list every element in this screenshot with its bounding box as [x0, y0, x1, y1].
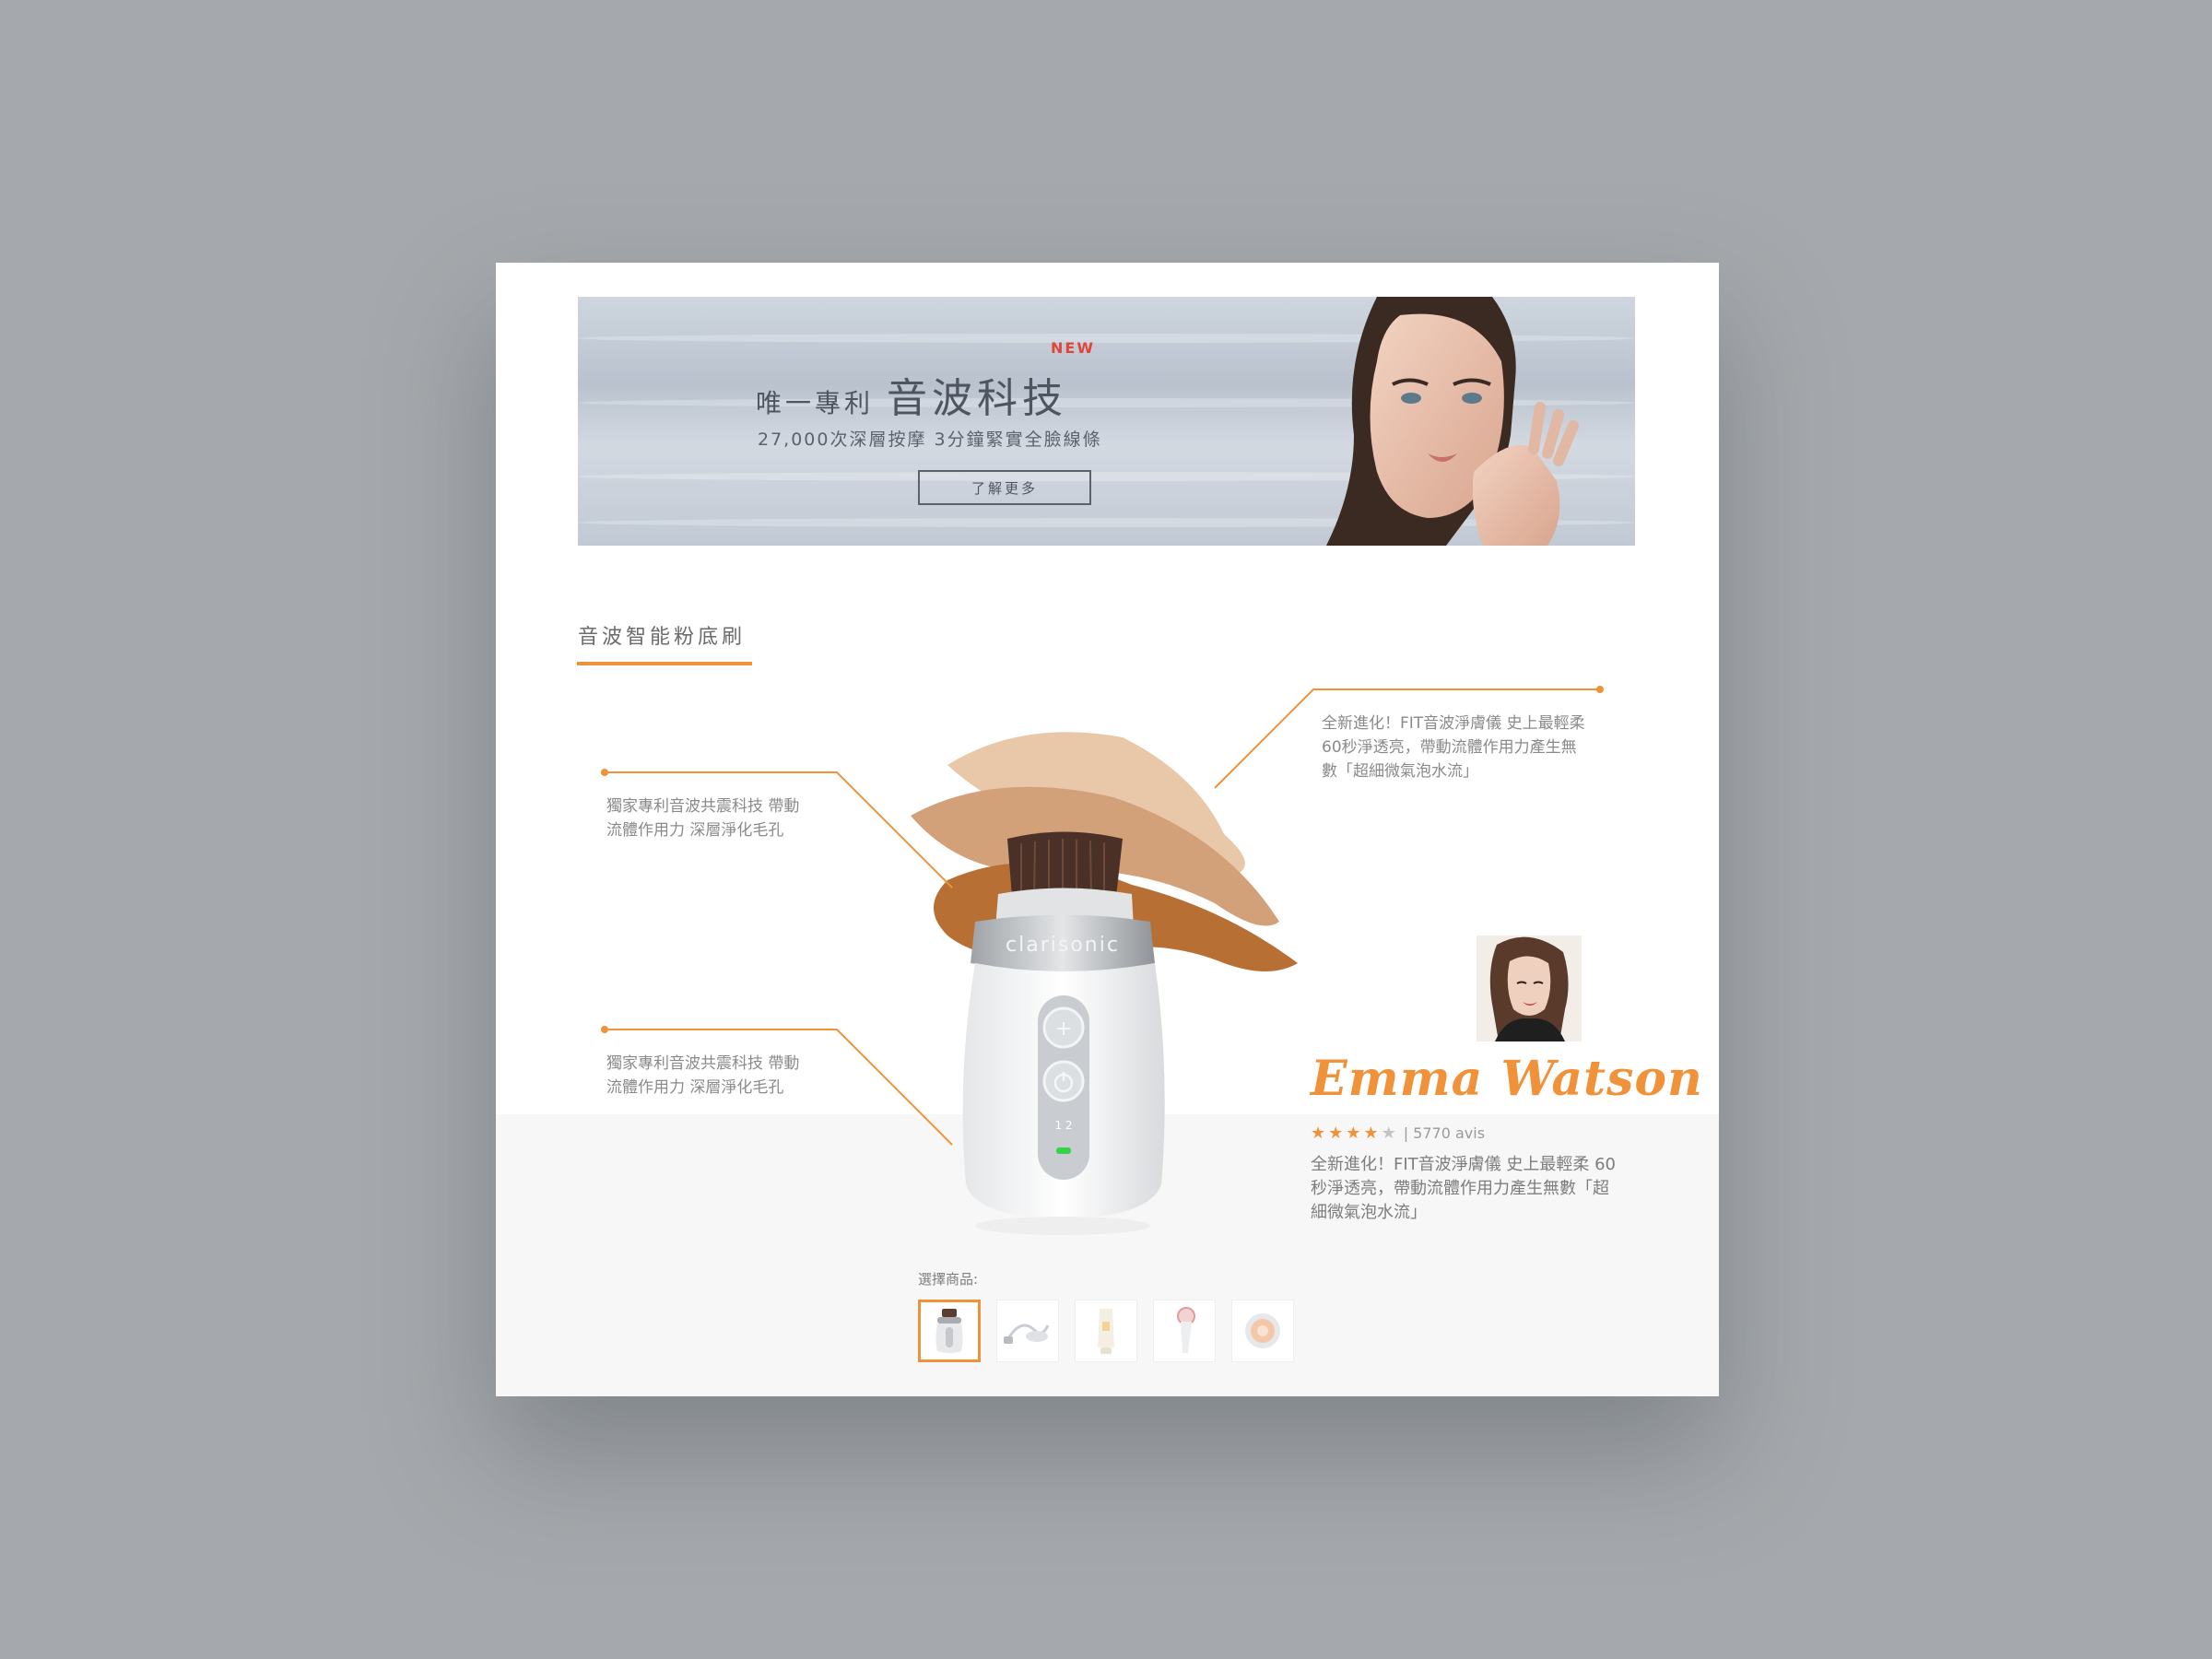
celebrity-photo: [1477, 935, 1582, 1041]
callout-dot: [601, 769, 608, 776]
callout-dot: [601, 1026, 608, 1033]
star-icon: ★: [1363, 1124, 1379, 1143]
endorsement-description: 全新進化！FIT音波淨膚儀 史上最輕柔 60秒淨透亮，帶動流體作用力產生無數「超…: [1311, 1155, 1617, 1222]
cream-tube-thumb-icon: [1098, 1309, 1114, 1354]
review-count[interactable]: | 5770 avis: [1404, 1124, 1485, 1142]
callout-text: 流體作用力 深層淨化毛孔: [606, 821, 784, 840]
charger-cable-thumb-icon: [1004, 1324, 1050, 1344]
callout-text: 獨家專利音波共震科技 帶動: [606, 797, 800, 816]
thumb-charger[interactable]: [996, 1300, 1059, 1362]
callout-left-bottom: 獨家專利音波共震科技 帶動 流體作用力 深層淨化毛孔: [606, 1052, 799, 1100]
thumb-brush-head[interactable]: [1231, 1300, 1294, 1362]
callout-dot: [1596, 686, 1604, 693]
brush-head-thumb-icon: [1245, 1313, 1280, 1348]
product-card: NEW 唯一專利音波科技 27,000次深層按摩 3分鐘緊實全臉線條 了解更多: [496, 263, 1719, 1396]
callout-text: 全新進化！FIT音波淨膚儀 史上最輕柔: [1322, 714, 1585, 733]
select-product-label: 選擇商品:: [918, 1271, 979, 1288]
star-icon: ★: [1328, 1124, 1344, 1143]
celebrity-name: Emma Watson: [1311, 1051, 1703, 1107]
thumb-handheld-brush[interactable]: [1153, 1300, 1216, 1362]
callout-left-top: 獨家專利音波共震科技 帶動 流體作用力 深層淨化毛孔: [606, 794, 799, 842]
thumb-brush-device[interactable]: [918, 1300, 981, 1362]
callout-text: 數「超細微氣泡水流」: [1322, 762, 1478, 781]
star-empty-icon: ★: [1381, 1124, 1396, 1143]
callout-right-top: 全新進化！FIT音波淨膚儀 史上最輕柔 60秒淨透亮，帶動流體作用力產生無 數「…: [1322, 712, 1585, 783]
rating: ★ ★ ★ ★ ★ | 5770 avis: [1311, 1124, 1485, 1143]
brush-device-thumb-icon: [935, 1309, 963, 1353]
callout-text: 60秒淨透亮，帶動流體作用力產生無: [1322, 738, 1577, 757]
product-thumbnails: [918, 1300, 1310, 1362]
star-icon: ★: [1346, 1124, 1361, 1143]
handheld-brush-thumb-icon: [1177, 1307, 1195, 1353]
star-icon: ★: [1311, 1124, 1326, 1143]
callout-text: 獨家專利音波共震科技 帶動: [606, 1054, 800, 1073]
thumb-cream[interactable]: [1075, 1300, 1137, 1362]
callout-text: 流體作用力 深層淨化毛孔: [606, 1078, 784, 1097]
